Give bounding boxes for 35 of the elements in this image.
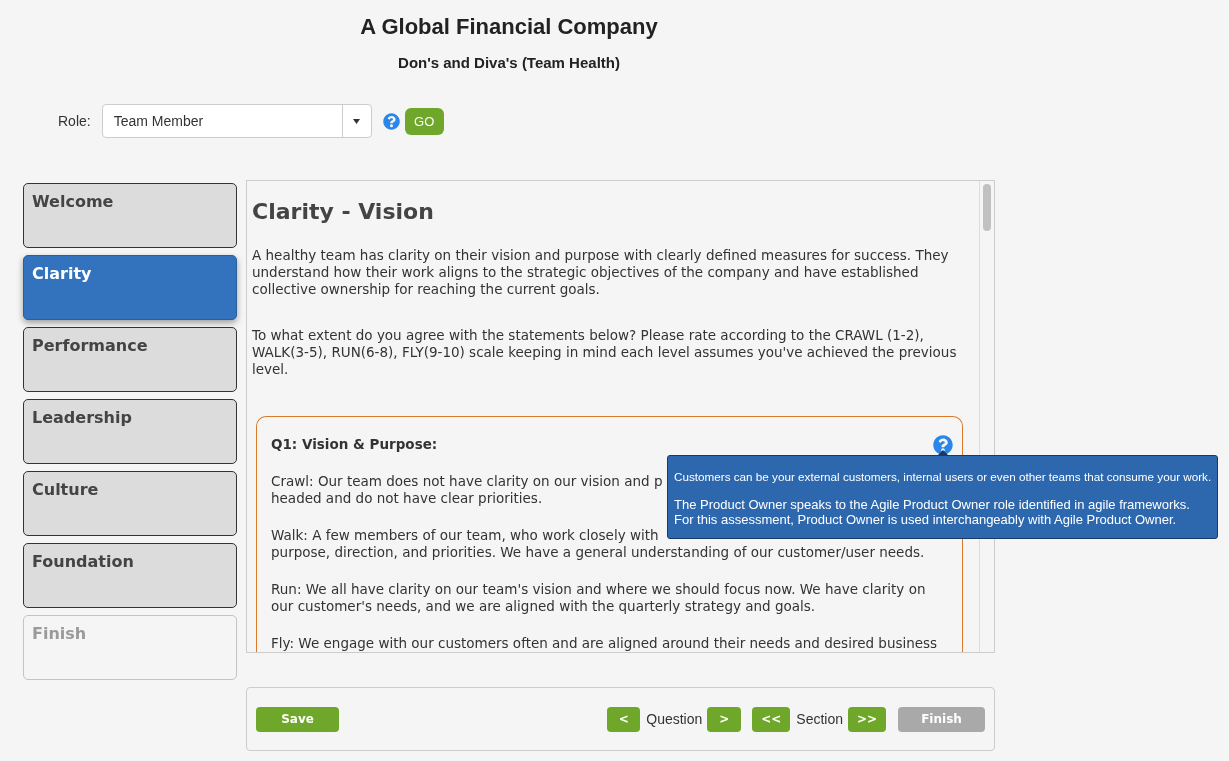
tooltip-text: For this assessment, Product Owner is used interchangeably with Agile Product Owner.	[674, 511, 1177, 527]
section-nav-item[interactable]: Performance	[23, 327, 237, 392]
role-label: Role:	[58, 113, 91, 129]
paragraph: To what extent do you agree with the statements below? Please rate according to the CRAWL (1-2), WALK(3-5), RUN(6-8), FLY(9-10) scale keeping in mind each level assumes you've achieved the previous level.	[252, 327, 958, 378]
question-nav-label: Question	[646, 711, 703, 727]
question-title: Q1: Vision & Purpose:	[271, 436, 438, 453]
section-nav-item[interactable]: Foundation	[23, 543, 237, 608]
section-nav-item[interactable]: Leadership	[23, 399, 237, 464]
level-description-text: purpose, direction, and priorities. We have a general understanding of our customer/user needs.	[271, 544, 925, 561]
level-description-text: headed and do not have clear priorities.	[271, 490, 543, 507]
save-button[interactable]: Save	[256, 706, 339, 732]
help-icon[interactable]	[933, 434, 953, 455]
previous-section-button[interactable]: <<	[752, 706, 791, 732]
paragraph: A healthy team has clarity on their vision and purpose with clearly defined measures for success. They understand how their work aligns to the strategic objectives of the company and have established collective ownership for reaching the current goals.	[252, 247, 950, 298]
next-section-button[interactable]: >>	[848, 706, 886, 732]
section-nav-item[interactable]: Clarity	[23, 255, 237, 320]
level-description-text: Crawl: Our team does not have clarity on our vision and p	[271, 473, 663, 490]
next-question-button[interactable]: >	[707, 706, 742, 732]
section-nav-item[interactable]: Culture	[23, 471, 237, 536]
go-button[interactable]: GO	[404, 107, 444, 135]
section-nav-label: Section	[796, 711, 843, 727]
level-description-text: Run: We all have clarity on our team's vision and where we should focus now. We have clarity on	[271, 581, 926, 598]
level-description-text: Fly: We engage with our customers often and are aligned around their needs and desired business	[271, 635, 938, 652]
scrollbar-thumb[interactable]	[983, 184, 991, 231]
level-description-text: our customer's needs, and we are aligned with the quarterly strategy and goals.	[271, 598, 816, 615]
section-heading: Clarity - Vision	[252, 198, 435, 226]
level-description-text: Walk: A few members of our team, who work closely with	[271, 527, 659, 544]
page-title: A Global Financial Company	[360, 13, 658, 41]
tooltip-note: Customers can be your external customers, internal users or even other teams that consume your work.	[674, 469, 1212, 484]
role-select[interactable]: Team Member	[101, 104, 372, 138]
tooltip-text: The Product Owner speaks to the Agile Product Owner role identified in agile frameworks.	[674, 496, 1190, 512]
page-subtitle: Don's and Diva's (Team Health)	[398, 53, 620, 73]
caret-down-icon	[353, 118, 361, 124]
section-nav-item[interactable]: Welcome	[23, 183, 237, 248]
previous-question-button[interactable]: <	[607, 706, 641, 732]
